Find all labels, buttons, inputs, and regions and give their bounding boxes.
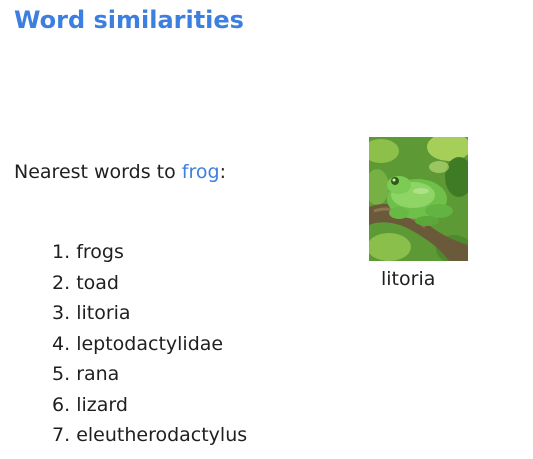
- litoria-frog-image: [369, 137, 468, 261]
- list-item-word: leptodactylidae: [76, 332, 224, 355]
- list-item-word: lizard: [76, 393, 128, 416]
- list-item-rank: 1.: [52, 241, 71, 263]
- query-word: frog: [181, 161, 220, 183]
- list-item-rank: 3.: [52, 302, 71, 324]
- slide-title: Word similarities: [14, 6, 244, 34]
- list-item: 3. litoria: [52, 298, 247, 329]
- list-item: 1. frogs: [52, 237, 247, 268]
- list-item-rank: 7.: [52, 424, 71, 446]
- list-item-word: eleutherodactylus: [76, 424, 248, 446]
- frog-photo-illustration: [369, 137, 468, 261]
- subtitle-suffix: :: [219, 161, 226, 183]
- list-item-rank: 2.: [52, 271, 71, 294]
- list-item: 7. eleutherodactylus: [52, 420, 247, 451]
- list-item-word: frogs: [76, 241, 124, 263]
- list-item-rank: 6.: [52, 393, 71, 416]
- list-item: 6. lizard: [52, 390, 247, 421]
- list-item-word: litoria: [76, 302, 131, 324]
- list-item-rank: 4.: [52, 332, 71, 355]
- list-item: 2. toad: [52, 268, 247, 299]
- image-caption: litoria: [381, 268, 436, 290]
- list-item: 5. rana: [52, 359, 247, 390]
- subtitle-prefix: Nearest words to: [14, 161, 182, 183]
- list-item-word: rana: [76, 363, 120, 385]
- list-item-rank: 5.: [52, 363, 71, 385]
- slide: Word similarities Nearest words to frog:…: [0, 0, 533, 459]
- subtitle: Nearest words to frog:: [14, 158, 226, 186]
- list-item-word: toad: [76, 271, 119, 294]
- nearest-words-list: 1. frogs 2. toad 3. litoria 4. leptodact…: [52, 237, 247, 451]
- list-item: 4. leptodactylidae: [52, 329, 247, 360]
